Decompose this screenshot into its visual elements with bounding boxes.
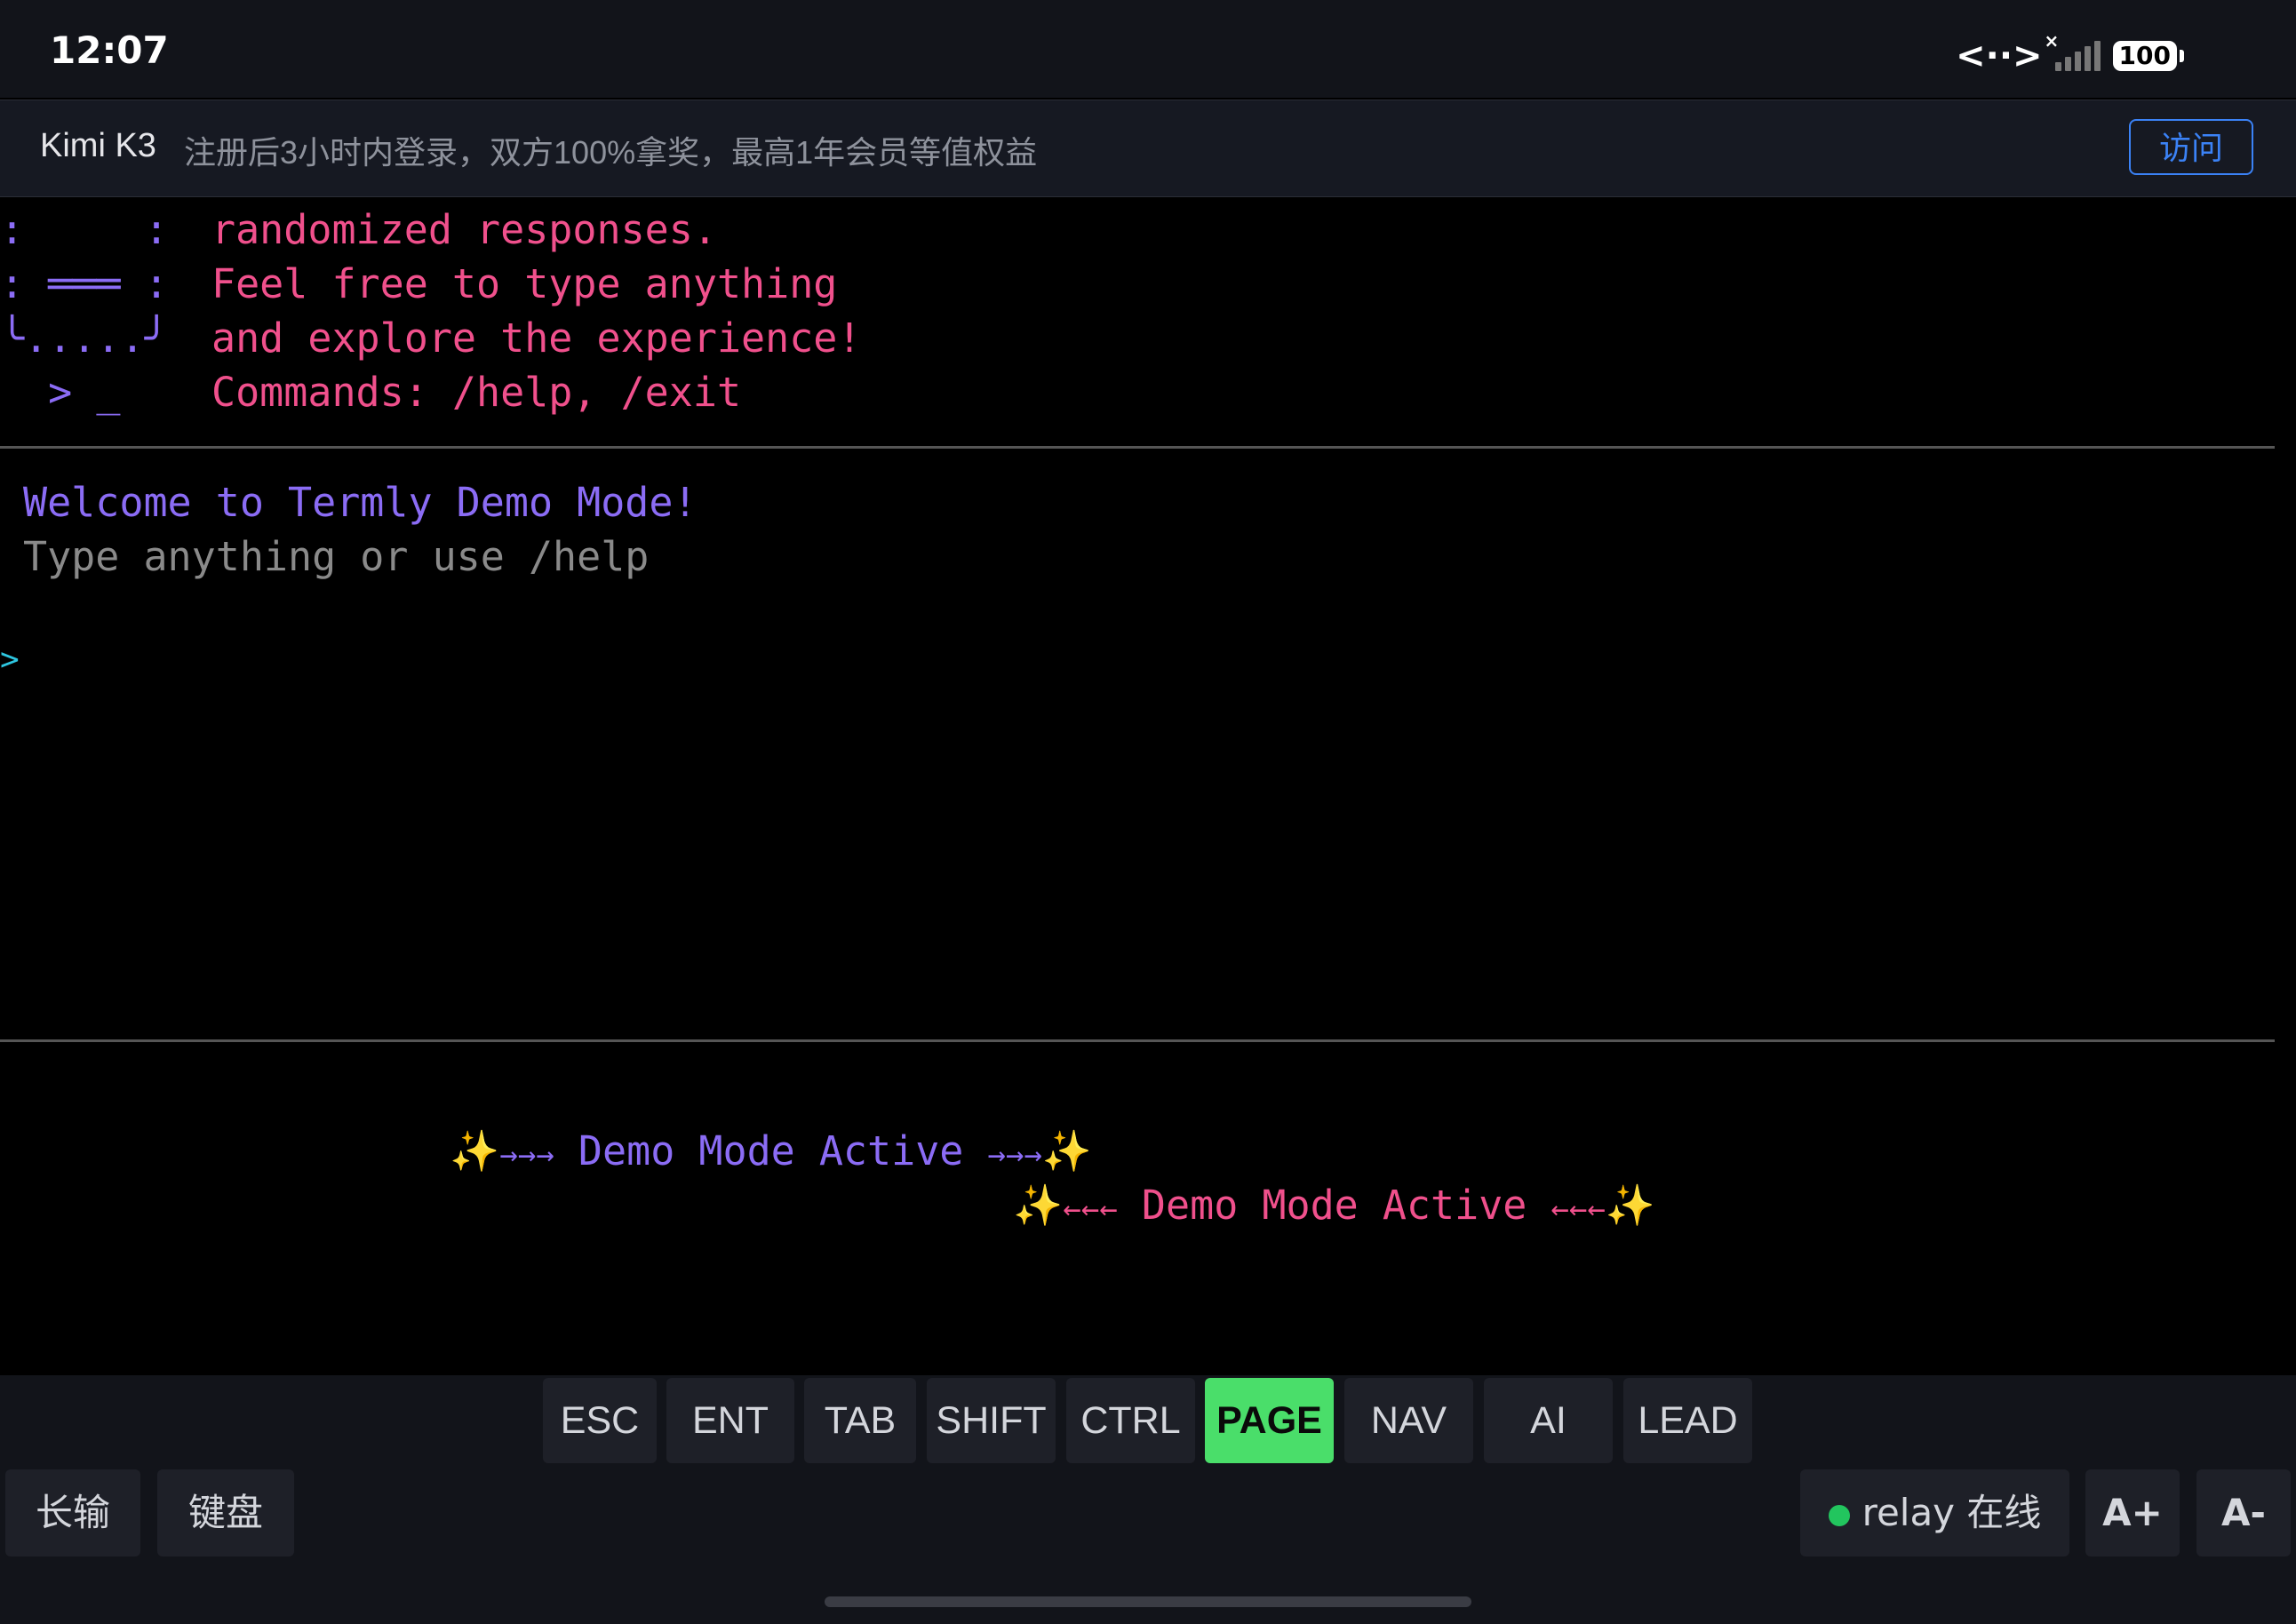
status-bar: 12:07 <··> × 100	[0, 0, 2296, 98]
status-icons: <··> × 100	[1956, 30, 2185, 76]
terminal-divider-bottom	[0, 1039, 2275, 1042]
key-shift[interactable]: SHIFT	[927, 1378, 1056, 1463]
key-ctrl[interactable]: CTRL	[1066, 1378, 1195, 1463]
terminal-divider-top	[0, 446, 2275, 449]
intro-line-2: Feel free to type anything	[211, 260, 838, 307]
relay-status-text: relay 在线	[1862, 1491, 2042, 1534]
data-transfer-icon: <··>	[1956, 36, 2043, 76]
font-decrease-button[interactable]: A-	[2196, 1469, 2291, 1556]
signal-icon: ×	[2045, 30, 2101, 71]
input-prompt[interactable]: >	[0, 641, 20, 679]
battery-icon: 100	[2112, 41, 2185, 71]
key-tab[interactable]: TAB	[804, 1378, 916, 1463]
key-nav[interactable]: NAV	[1344, 1378, 1473, 1463]
status-time: 12:07	[50, 28, 169, 72]
banner-text: 注册后3小时内登录，双方100%拿奖，最高1年会员等值权益	[184, 134, 1038, 171]
key-esc[interactable]: ESC	[543, 1378, 657, 1463]
arrows-left-icon: ←←←	[1063, 1191, 1118, 1227]
sparkle-icon: ✨	[450, 1127, 500, 1174]
key-ai[interactable]: AI	[1484, 1378, 1613, 1463]
intro-line-3: and explore the experience!	[211, 314, 862, 362]
sparkle-icon: ✨	[1605, 1182, 1655, 1229]
home-indicator[interactable]	[825, 1596, 1471, 1607]
arrows-right-icon: →→→	[499, 1137, 554, 1173]
ascii-art-line-4: > _	[0, 369, 121, 416]
key-page[interactable]: PAGE	[1205, 1378, 1334, 1463]
arrows-left-icon: ←←←	[1551, 1191, 1606, 1227]
key-toolbar: ESC ENT TAB SHIFT CTRL PAGE NAV AI LEAD …	[0, 1375, 2296, 1624]
relay-status[interactable]: relay 在线	[1800, 1469, 2069, 1556]
no-signal-mark: ×	[2044, 30, 2060, 52]
ascii-art-line-1: : :	[0, 206, 169, 253]
key-ent[interactable]: ENT	[666, 1378, 794, 1463]
promo-banner: Kimi K3 注册后3小时内登录，双方100%拿奖，最高1年会员等值权益 访问	[0, 100, 2296, 197]
welcome-message: Welcome to Termly Demo Mode!	[23, 479, 698, 526]
long-input-button[interactable]: 长输	[5, 1469, 140, 1556]
hint-message: Type anything or use /help	[23, 533, 650, 580]
online-status-icon	[1828, 1504, 1850, 1526]
visit-button[interactable]: 访问	[2129, 119, 2253, 175]
ascii-art-line-3: ╰.....╯	[0, 314, 169, 362]
banner-title: Kimi K3	[40, 127, 156, 164]
key-lead[interactable]: LEAD	[1623, 1378, 1752, 1463]
terminal-output[interactable]: : : : ═══ : ╰.....╯ > _ randomized respo…	[0, 197, 2296, 1375]
font-increase-button[interactable]: A+	[2085, 1469, 2180, 1556]
intro-line-1: randomized responses.	[211, 206, 717, 253]
ascii-art-line-2: : ═══ :	[0, 260, 169, 307]
intro-line-4: Commands: /help, /exit	[211, 369, 742, 416]
demo-banner-line-2: ✨←←← Demo Mode Active ←←←✨	[917, 1124, 1655, 1291]
demo-mode-text: Demo Mode Active	[1141, 1182, 1527, 1229]
sparkle-icon: ✨	[1013, 1182, 1064, 1229]
demo-mode-text: Demo Mode Active	[578, 1127, 964, 1174]
keyboard-button[interactable]: 键盘	[157, 1469, 294, 1556]
